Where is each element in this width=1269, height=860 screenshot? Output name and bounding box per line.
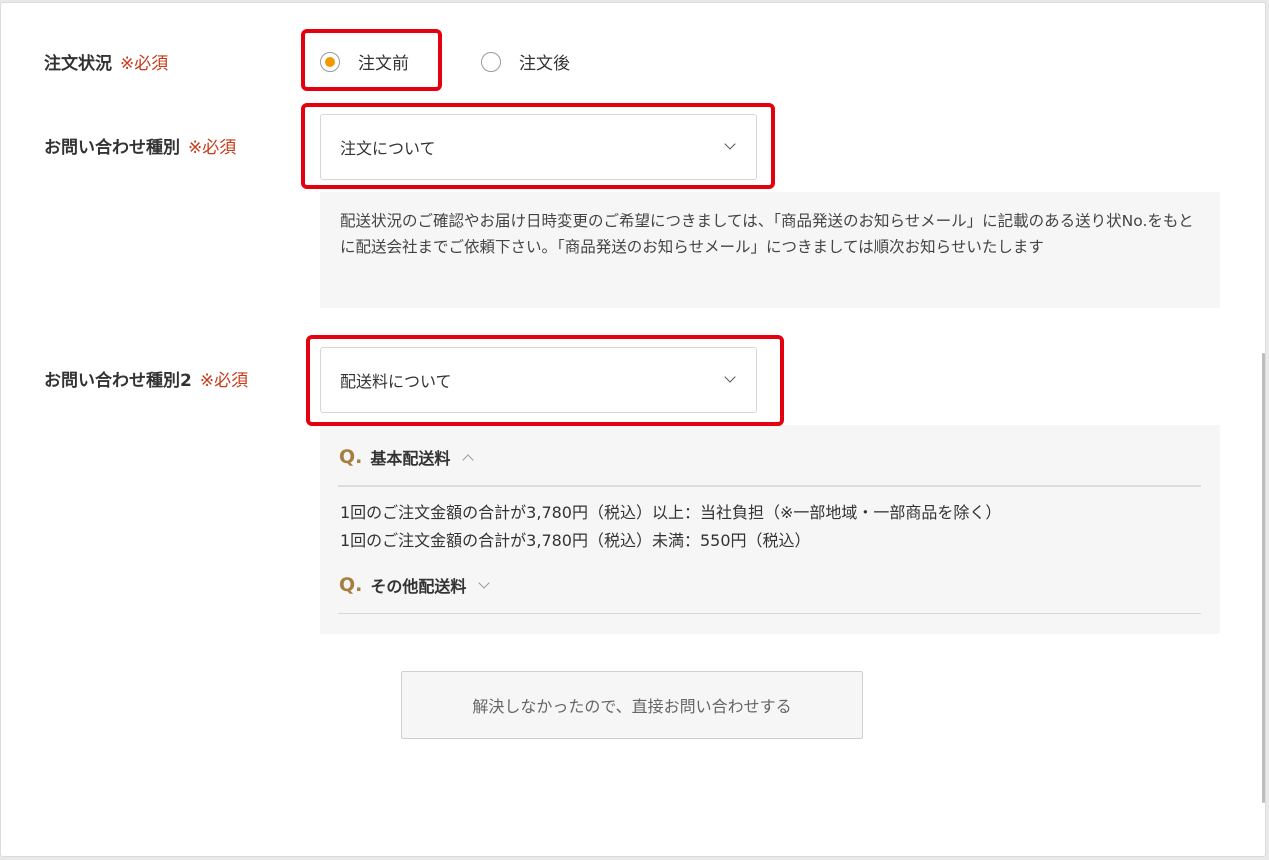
inquiry-type2-select[interactable]: 配送料について	[320, 347, 757, 413]
faq-question-basic-shipping[interactable]: Q. 基本配送料	[339, 445, 475, 469]
chevron-down-icon	[724, 138, 736, 150]
radio-dot[interactable]	[481, 51, 501, 72]
faq-divider	[338, 613, 1201, 614]
faq-title: 基本配送料	[370, 449, 451, 468]
order-status-label: 注文状況 ※必須	[44, 49, 168, 74]
inquiry-type2-label-text: お問い合わせ種別2	[44, 371, 192, 391]
faq-answer-line: 1回のご注文金額の合計が3,780円（税込）未満：550円（税込）	[340, 531, 811, 550]
faq-answer-basic-shipping: 1回のご注文金額の合計が3,780円（税込）以上：当社負担（※一部地域・一部商品…	[340, 499, 1001, 555]
inquiry-type-value: 注文について	[340, 139, 436, 158]
radio-label: 注文前	[358, 54, 409, 74]
scrollbar[interactable]	[1262, 353, 1265, 803]
inquiry-form: 注文状況 ※必須 注文前 注文後 お問い合わせ種別 ※必須 注文について 配送状況の…	[0, 2, 1266, 857]
chevron-down-icon	[478, 577, 491, 589]
contact-directly-button[interactable]: 解決しなかったので、直接お問い合わせする	[401, 671, 863, 739]
faq-divider	[338, 485, 1201, 487]
contact-directly-button-label: 解決しなかったので、直接お問い合わせする	[472, 697, 792, 716]
inquiry-type2-label: お問い合わせ種別2 ※必須	[44, 366, 248, 391]
inquiry-type-label: お問い合わせ種別 ※必須	[44, 133, 236, 158]
required-mark: ※必須	[188, 138, 237, 158]
radio-before-order[interactable]: 注文前	[320, 49, 409, 74]
radio-dot-checked[interactable]	[320, 51, 340, 72]
chevron-down-icon	[724, 371, 736, 383]
radio-after-order[interactable]: 注文後	[481, 49, 570, 74]
inquiry-type-select[interactable]: 注文について	[320, 114, 757, 180]
faq-question-other-shipping[interactable]: Q. その他配送料	[339, 573, 491, 597]
required-mark: ※必須	[120, 54, 169, 74]
inquiry-type-label-text: お問い合わせ種別	[44, 138, 180, 158]
chevron-up-icon	[462, 454, 475, 466]
faq-title: その他配送料	[370, 577, 467, 596]
faq-q-mark: Q.	[339, 574, 363, 596]
required-mark: ※必須	[199, 371, 249, 391]
inquiry-type2-value: 配送料について	[340, 372, 452, 391]
order-status-label-text: 注文状況	[44, 54, 112, 74]
faq-q-mark: Q.	[339, 446, 363, 468]
note-text: 配送状況のご確認やお届け日時変更のご希望につきましては、「商品発送のお知らせメー…	[340, 212, 1194, 256]
inquiry-type-note: 配送状況のご確認やお届け日時変更のご希望につきましては、「商品発送のお知らせメー…	[320, 192, 1220, 308]
radio-label: 注文後	[519, 54, 570, 74]
faq-answer-line: 1回のご注文金額の合計が3,780円（税込）以上：当社負担（※一部地域・一部商品…	[340, 503, 1002, 522]
